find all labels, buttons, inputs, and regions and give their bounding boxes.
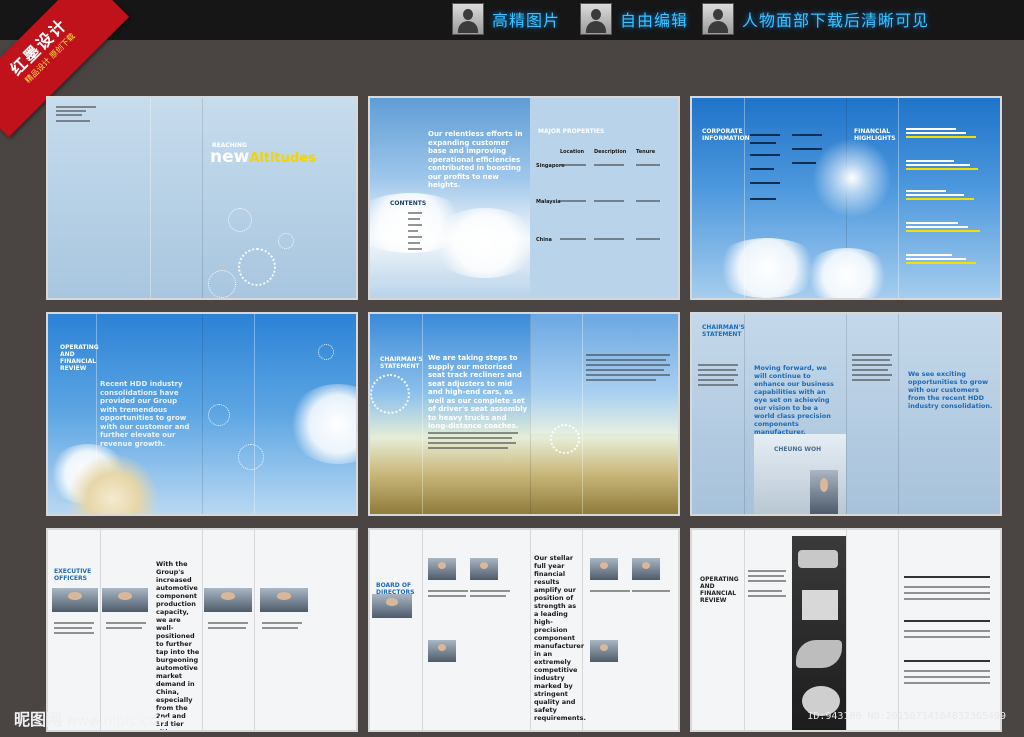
chairman-title: CHAIRMAN'S STATEMENT (380, 356, 423, 370)
col-tenure: Tenure (636, 149, 656, 155)
officers-quote: With the Group's increased automotive co… (156, 560, 200, 730)
spread-board: BOARD OF DIRECTORS Our stellar full year… (370, 530, 678, 730)
banner-item-face: 人物面部下载后清晰可见 (702, 3, 929, 35)
contents-label: CONTENTS (390, 200, 427, 207)
row-malaysia: Malaysia (536, 199, 561, 205)
spread-cover: REACHING newAltitudes (48, 98, 356, 298)
cover-title-new: new (210, 147, 250, 167)
spread-contents: Our relentless efforts in expanding cust… (370, 98, 678, 298)
person-icon (452, 3, 484, 35)
col-description: Description (594, 149, 627, 155)
watermark-site: www.nipic.com (66, 713, 172, 729)
corporate-title: CORPORATE INFORMATION (702, 128, 750, 142)
banner-item-edit: 自由编辑 (580, 3, 688, 35)
banner-label: 高精图片 (492, 11, 561, 30)
banner-label: 自由编辑 (620, 11, 689, 30)
chairman-quote: We are taking steps to supply our motori… (428, 354, 528, 430)
officers-title: EXECUTIVE OFFICERS (54, 568, 92, 582)
col-location: Location (560, 149, 585, 155)
spread-chairman: CHAIRMAN'S STATEMENT We are taking steps… (370, 314, 678, 514)
spread-operating: OPERATING AND FINANCIAL REVIEW Recent HD… (48, 314, 356, 514)
chairman2-quote: Moving forward, we will continue to enha… (754, 364, 834, 436)
spread-corporate: CORPORATE INFORMATION FINANCIAL HIGHLIGH… (692, 98, 1000, 298)
banner-label: 人物面部下载后清晰可见 (742, 11, 930, 30)
banner-item-hd: 高精图片 (452, 3, 560, 35)
contents-heading: Our relentless efforts in expanding cust… (428, 130, 523, 189)
spread-officers: EXECUTIVE OFFICERS With the Group's incr… (48, 530, 356, 730)
person-icon (580, 3, 612, 35)
chairman2-quote2: We see exciting opportunities to grow wi… (908, 370, 993, 410)
cover-title: newAltitudes (210, 148, 316, 168)
cover-title-altitudes: Altitudes (249, 151, 316, 166)
financial-title: FINANCIAL HIGHLIGHTS (854, 128, 896, 142)
spread-chairman-2: CHAIRMAN'S STATEMENT Moving forward, we … (692, 314, 1000, 514)
chairman2-sign: CHEUNG WOH (774, 446, 822, 453)
operating-quote: Recent HDD industry consolidations have … (100, 380, 190, 448)
review-title: OPERATING AND FINANCIAL REVIEW (700, 576, 739, 604)
watermark-logo: 昵图网 (14, 710, 63, 729)
operating-title: OPERATING AND FINANCIAL REVIEW (60, 344, 99, 372)
person-icon (702, 3, 734, 35)
properties-title: MAJOR PROPERTIES (538, 128, 605, 135)
row-china: China (536, 237, 552, 243)
chairman2-title: CHAIRMAN'S STATEMENT (702, 324, 745, 338)
spread-review: OPERATING AND FINANCIAL REVIEW (692, 530, 1000, 730)
nipic-watermark: 昵图网 www.nipic.com (14, 706, 171, 730)
image-id: ID:943100 NO:20150714164832365499 (807, 711, 1006, 722)
board-quote: Our stellar full year financial results … (534, 554, 586, 722)
top-banner: 高精图片 自由编辑 人物面部下载后清晰可见 (0, 0, 1024, 40)
